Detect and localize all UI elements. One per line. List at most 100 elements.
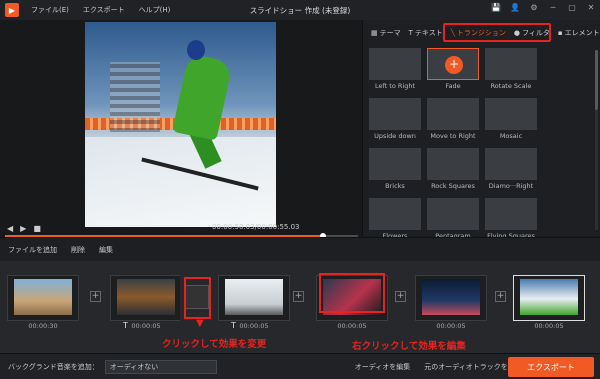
export-label: エクスポート [527, 362, 575, 372]
panel-scrollbar[interactable] [595, 50, 598, 230]
clip-thumbnail [117, 279, 175, 315]
transition-item[interactable]: Flowers [369, 198, 421, 240]
bottom-bar: バックグランド音楽を追加： オーディオない オーディオを編集 元のオーディオトラ… [0, 353, 600, 379]
transition-ghost [110, 62, 160, 132]
edit-button[interactable]: 編集 [99, 245, 113, 255]
text-icon[interactable]: T [123, 321, 128, 330]
delete-button[interactable]: 削除 [71, 245, 85, 255]
annotation-edit-effect: 右クリックして効果を編集 [352, 341, 466, 352]
transition-label: Diamo···Right [488, 182, 534, 190]
scrollbar-thumb[interactable] [595, 50, 598, 110]
bgm-label: バックグランド音楽を追加： [8, 362, 99, 371]
add-transition-icon[interactable]: + [293, 291, 304, 302]
transition-item[interactable]: Upside down [369, 98, 421, 140]
tab-label: テーマ [379, 29, 401, 37]
clip-bmx[interactable] [218, 275, 290, 321]
clip-duration: 00:00:05 [436, 322, 466, 330]
effects-panel: ▦ テーマ T テキスト ╲ トランジション ● フィルタ ▪ エレメント Left to… [362, 20, 600, 240]
transition-thumb [485, 148, 537, 180]
tab-label: エレメント [564, 29, 600, 37]
title-bar: ▶ ファイル(E) エクスポート ヘルプ(H) スライドショー 作成 (未登録)… [0, 0, 600, 20]
clip-poster[interactable] [415, 275, 487, 321]
transition-item[interactable]: + Fade [427, 48, 479, 90]
theme-icon: ▦ [371, 29, 378, 37]
timeline: 00:00:30 + 00:00:05 T ▼ 00:00:05 T + 00:… [0, 261, 600, 353]
account-icon[interactable]: 👤 [510, 3, 520, 12]
clip-city[interactable] [110, 275, 182, 321]
edit-audio-button[interactable]: オーディオを編集 [355, 362, 411, 372]
transition-item[interactable]: Mosaic [485, 98, 537, 140]
add-transition-icon[interactable]: + [395, 291, 406, 302]
playback-controls: ◀ ▶ ■ [0, 221, 362, 235]
clip-horses[interactable] [7, 275, 79, 321]
add-transition-icon[interactable]: + [495, 291, 506, 302]
app-logo: ▶ [5, 3, 19, 17]
tab-theme[interactable]: ▦ テーマ [371, 28, 401, 38]
maximize-icon[interactable]: ▢ [567, 3, 577, 12]
clip-thumbnail [520, 279, 578, 315]
highlight-box-transition [184, 277, 211, 319]
transition-thumb [369, 98, 421, 130]
transition-label: Fade [445, 82, 461, 90]
clip-duration: 00:00:05 [534, 322, 564, 330]
text-icon[interactable]: T [231, 321, 236, 330]
annotation-change-effect: クリックして効果を変更 [162, 339, 267, 350]
clip-duration: 00:00:05 [131, 322, 161, 330]
text-icon: T [408, 29, 413, 37]
timeline-toolbar: ファイルを追加 削除 編集 [0, 237, 600, 261]
menu-help[interactable]: ヘルプ(H) [139, 5, 171, 15]
clip-thumbnail [225, 279, 283, 315]
save-icon[interactable]: 💾 [491, 3, 501, 12]
settings-icon[interactable]: ⚙ [529, 3, 539, 12]
tab-text[interactable]: T テキスト [409, 28, 443, 38]
skier-helmet [187, 40, 205, 60]
transition-item[interactable]: Flying Squares [485, 198, 537, 240]
transition-label: Rock Squares [431, 182, 475, 190]
tab-element[interactable]: ▪ エレメント [558, 28, 600, 38]
transition-thumb [485, 98, 537, 130]
transition-thumb [427, 98, 479, 130]
export-button[interactable]: エクスポート [508, 357, 594, 377]
prev-icon[interactable]: ◀ [7, 224, 13, 233]
menu-file[interactable]: ファイル(E) [31, 5, 69, 15]
transition-item[interactable]: Move to Right [427, 98, 479, 140]
add-files-button[interactable]: ファイルを追加 [8, 245, 57, 255]
tab-label: テキスト [414, 29, 443, 37]
transition-item[interactable]: Rotate Scale [485, 48, 537, 90]
menu-export[interactable]: エクスポート [83, 5, 125, 15]
tab-highlight-box [443, 23, 551, 42]
clip-duration: 00:00:30 [28, 322, 58, 330]
clip-thumbnail [14, 279, 72, 315]
transition-thumb [427, 198, 479, 230]
transition-label: Mosaic [499, 132, 523, 140]
bgm-select[interactable]: オーディオない [104, 359, 217, 374]
timecode: 00:00:50.03/00:00:55.03 [212, 223, 300, 231]
stop-icon[interactable]: ■ [33, 224, 41, 233]
transition-label: Move to Right [430, 132, 476, 140]
minimize-icon[interactable]: ─ [548, 3, 558, 12]
transition-label: Left to Right [374, 82, 415, 90]
transition-item[interactable]: Pentagram [427, 198, 479, 240]
transition-item[interactable]: Bricks [369, 148, 421, 190]
element-icon: ▪ [557, 29, 563, 37]
clip-duration: 00:00:05 [337, 322, 367, 330]
add-icon[interactable]: + [445, 56, 463, 74]
menu-bar: ファイル(E) エクスポート ヘルプ(H) [31, 5, 170, 15]
clip-skier[interactable] [513, 275, 585, 321]
transition-grid: Left to Right + Fade Rotate Scale Upside … [369, 48, 591, 240]
transition-label: Upside down [374, 132, 416, 140]
transition-thumb [369, 148, 421, 180]
transition-item[interactable]: Rock Squares [427, 148, 479, 190]
transition-item[interactable]: Diamo···Right [485, 148, 537, 190]
transition-thumb [485, 48, 537, 80]
preview-area [0, 20, 362, 239]
transition-label: Bricks [385, 182, 405, 190]
transition-thumb: + [427, 48, 479, 80]
transition-item[interactable]: Left to Right [369, 48, 421, 90]
play-icon[interactable]: ▶ [20, 224, 26, 233]
snow-slope [85, 137, 276, 227]
clip-thumbnail [422, 279, 480, 315]
close-icon[interactable]: ✕ [586, 3, 596, 12]
add-transition-icon[interactable]: + [90, 291, 101, 302]
transition-thumb [485, 198, 537, 230]
